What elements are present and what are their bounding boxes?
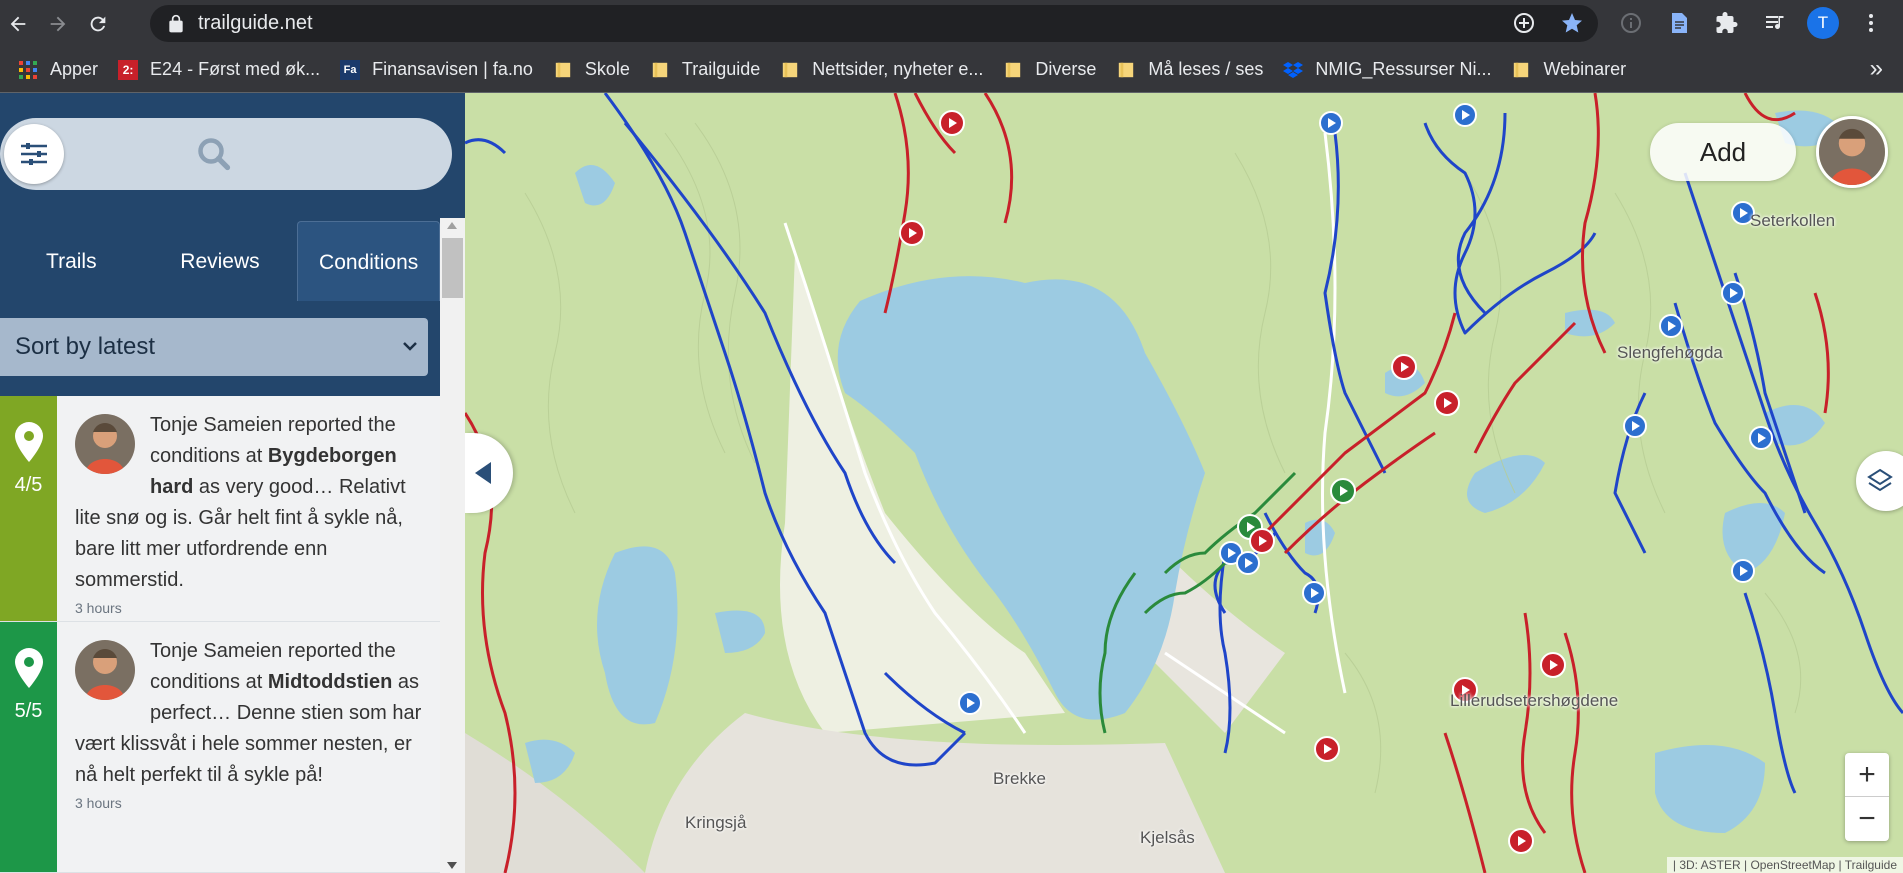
add-button[interactable]: Add	[1650, 123, 1796, 181]
bookmark-finansavisen[interactable]: Fa Finansavisen | fa.no	[330, 53, 543, 87]
page-content: Trails Reviews Conditions Sort by latest…	[0, 93, 1903, 873]
folder-icon	[650, 60, 670, 80]
scroll-down-arrow[interactable]	[447, 862, 457, 869]
chevron-down-icon	[403, 342, 417, 351]
tab-trails[interactable]: Trails	[0, 221, 143, 301]
zoom-out-button[interactable]: −	[1845, 797, 1889, 841]
add-tab-icon[interactable]	[1512, 11, 1536, 35]
place-label: Slengfehøgda	[1617, 343, 1723, 362]
bookmark-folder-diverse[interactable]: Diverse	[993, 53, 1106, 87]
condition-author: Tonje Sameien	[150, 414, 283, 436]
bookmark-nmig[interactable]: NMIG_Ressurser Ni...	[1273, 53, 1501, 87]
lock-icon	[169, 14, 183, 32]
bookmark-apps[interactable]: Apper	[8, 53, 108, 87]
avatar[interactable]	[1816, 116, 1888, 188]
bookmark-folder-trailguide[interactable]: Trailguide	[640, 53, 770, 87]
search-icon[interactable]	[196, 136, 232, 172]
folder-icon	[1116, 60, 1136, 80]
condition-time: 3 hours	[75, 600, 122, 616]
condition-score-bar: 4/5	[0, 396, 57, 621]
condition-body: Tonje Sameien reported the conditions at…	[57, 396, 440, 621]
map-attribution: | 3D: ASTER | OpenStreetMap | Trailguide	[1666, 857, 1903, 873]
apps-grid-icon	[18, 60, 38, 80]
avatar	[75, 640, 135, 700]
filter-button[interactable]	[4, 124, 64, 184]
folder-icon	[1003, 60, 1023, 80]
condition-time: 3 hours	[75, 795, 122, 811]
condition-score: 5/5	[14, 700, 43, 722]
chevron-left-icon	[475, 462, 491, 484]
bookmark-folder-nettsider[interactable]: Nettsider, nyheter e...	[770, 53, 993, 87]
bookmark-star-icon[interactable]	[1560, 11, 1584, 35]
list-item[interactable]: 4/5 Tonje Sameien reported the condition…	[0, 396, 440, 622]
profile-avatar[interactable]: T	[1807, 7, 1839, 39]
conditions-list: 4/5 Tonje Sameien reported the condition…	[0, 396, 440, 873]
bookmark-folder-skole[interactable]: Skole	[543, 53, 640, 87]
sort-select[interactable]: Sort by latest	[0, 318, 428, 376]
scroll-up-arrow[interactable]	[447, 222, 457, 229]
condition-trail-link[interactable]: Midtoddstien	[268, 671, 392, 693]
reload-icon[interactable]	[82, 8, 114, 40]
bookmarks-bar: Apper 2: E24 - Først med øk... Fa Finans…	[0, 47, 1903, 93]
tab-reviews[interactable]: Reviews	[149, 221, 292, 301]
place-label: Kringsjå	[685, 813, 747, 832]
zoom-in-button[interactable]: +	[1845, 753, 1889, 797]
folder-icon	[780, 60, 800, 80]
zoom-control: + −	[1845, 753, 1889, 841]
condition-body: Tonje Sameien reported the conditions at…	[57, 622, 440, 872]
avatar	[75, 414, 135, 474]
dropbox-icon	[1283, 60, 1304, 80]
folder-icon	[1511, 60, 1531, 80]
place-label: Lillerudsetershøgdene	[1450, 691, 1619, 710]
menu-kebab-icon[interactable]	[1855, 7, 1887, 39]
back-icon[interactable]	[2, 8, 34, 40]
bookmark-folder-webinarer[interactable]: Webinarer	[1501, 53, 1636, 87]
docs-extension-icon[interactable]	[1663, 7, 1695, 39]
map[interactable]: Seterkollen Slengfehøgda Brekke Kringsjå…	[465, 93, 1903, 873]
sidebar: Trails Reviews Conditions Sort by latest…	[0, 93, 465, 873]
bookmark-e24[interactable]: 2: E24 - Først med øk...	[108, 53, 330, 87]
extensions-puzzle-icon[interactable]	[1711, 7, 1743, 39]
e24-favicon: 2:	[118, 59, 139, 80]
search-bar[interactable]	[0, 118, 452, 190]
browser-toolbar: trailguide.net T	[0, 0, 1903, 47]
sort-select-value: Sort by latest	[15, 333, 156, 360]
fa-favicon: Fa	[340, 59, 361, 80]
sidebar-tabs: Trails Reviews Conditions	[0, 221, 441, 301]
place-label: Kjelsås	[1140, 828, 1195, 847]
place-label: Seterkollen	[1750, 211, 1836, 230]
layers-icon	[1867, 468, 1893, 492]
list-item[interactable]: 5/5 Tonje Sameien reported the condition…	[0, 622, 440, 873]
condition-text-post: as very good… Relativt lite snø og is. G…	[75, 476, 406, 591]
sidebar-scrollbar[interactable]	[440, 218, 465, 873]
map-pin-icon	[14, 422, 43, 462]
media-queue-icon[interactable]	[1759, 7, 1791, 39]
condition-author: Tonje Sameien	[150, 640, 283, 662]
forward-icon[interactable]	[42, 8, 74, 40]
folder-icon	[553, 60, 573, 80]
place-label: Brekke	[993, 769, 1046, 788]
map-canvas[interactable]	[465, 93, 1903, 873]
tab-conditions[interactable]: Conditions	[297, 221, 441, 301]
sliders-icon	[21, 143, 47, 165]
scroll-thumb[interactable]	[442, 238, 463, 298]
bookmark-folder-ma-leses[interactable]: Må leses / ses	[1106, 53, 1273, 87]
url-text: trailguide.net	[198, 12, 313, 34]
map-pin-icon	[14, 648, 43, 688]
info-icon[interactable]	[1615, 7, 1647, 39]
condition-score-bar: 5/5	[0, 622, 57, 872]
address-bar[interactable]: trailguide.net	[150, 5, 1598, 42]
bookmarks-overflow-button[interactable]: »	[1870, 55, 1883, 83]
condition-score: 4/5	[14, 474, 43, 496]
